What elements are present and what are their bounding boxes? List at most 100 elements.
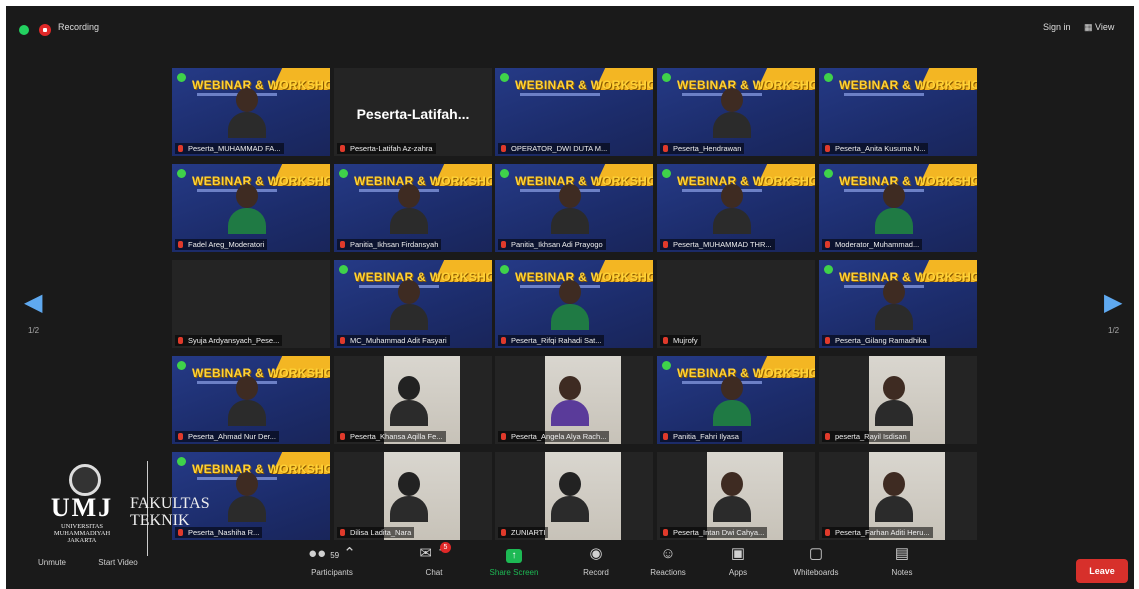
figure-body	[875, 304, 913, 330]
figure-body	[713, 208, 751, 234]
participant-name-label: Peserta_Hendrawan	[660, 143, 745, 154]
speaking-indicator-icon	[500, 265, 509, 274]
participant-tile[interactable]: Dilisa Ladita_Nara	[334, 452, 492, 540]
unmute-button[interactable]: Unmute	[20, 554, 84, 567]
figure-body	[228, 208, 266, 234]
speaking-indicator-icon	[177, 457, 186, 466]
participant-tile[interactable]: WEBINAR & WORKSHOP Peserta_MUHAMMAD THR..…	[657, 164, 815, 252]
view-button[interactable]: ▦ View	[1084, 22, 1114, 33]
figure-head	[236, 472, 258, 496]
participant-tile[interactable]: Peserta_Farhan Aditi Heru...	[819, 452, 977, 540]
record-button[interactable]: ◉ Record	[564, 544, 628, 577]
figure-head	[236, 88, 258, 112]
figure-head	[721, 184, 743, 208]
speaking-indicator-icon	[500, 169, 509, 178]
participant-name-label: Peserta_Khansa Aqilla Fe...	[337, 431, 446, 442]
chat-icon: ✉ ⌃	[419, 545, 449, 562]
participant-tile[interactable]: WEBINAR & WORKSHOP Panitia_Fahri Ilyasa	[657, 356, 815, 444]
share-screen-button[interactable]: ↑ Share Screen	[482, 544, 546, 577]
participant-name-label: Peserta_Angela Alya Rach...	[498, 431, 610, 442]
faculty-name: FAKULTAS TEKNIK	[130, 495, 210, 529]
notes-button[interactable]: ▤ Notes	[870, 544, 934, 577]
muted-mic-icon	[178, 145, 183, 152]
participant-video-figure	[713, 376, 751, 426]
participant-name: Peserta_MUHAMMAD THR...	[673, 240, 772, 249]
chat-badge: 5	[440, 542, 451, 553]
participant-tile[interactable]: WEBINAR & WORKSHOP Peserta_Ahmad Nur Der.…	[172, 356, 330, 444]
muted-mic-icon	[501, 337, 506, 344]
participant-tile[interactable]: Peserta_Angela Alya Rach...	[495, 356, 653, 444]
figure-head	[398, 472, 420, 496]
recording-label: Recording	[58, 22, 100, 32]
participant-name-label: Fadel Areg_Moderatori	[175, 239, 268, 250]
figure-head	[398, 280, 420, 304]
participant-tile[interactable]: WEBINAR & WORKSHOP Peserta_Gilang Ramadhi…	[819, 260, 977, 348]
start-video-button[interactable]: Start Video	[86, 554, 150, 567]
participant-tile[interactable]: WEBINAR & WORKSHOP Moderator_Muhammad...	[819, 164, 977, 252]
participant-video-figure	[875, 280, 913, 330]
figure-head	[721, 376, 743, 400]
participant-tile[interactable]: WEBINAR & WORKSHOP Panitia_Ikhsan Adi Pra…	[495, 164, 653, 252]
participant-tile[interactable]: WEBINAR & WORKSHOP Peserta_Anita Kusuma N…	[819, 68, 977, 156]
speaking-indicator-icon	[177, 361, 186, 370]
unmute-label: Unmute	[37, 558, 66, 567]
whiteboards-button[interactable]: ▢ Whiteboards	[784, 544, 848, 577]
participant-name: Fadel Areg_Moderatori	[188, 240, 265, 249]
participant-tile[interactable]: WEBINAR & WORKSHOP Peserta_Hendrawan	[657, 68, 815, 156]
muted-mic-icon	[825, 145, 830, 152]
banner-subline	[844, 93, 924, 96]
participant-tile[interactable]: WEBINAR & WORKSHOP Peserta_Rifqi Rahadi S…	[495, 260, 653, 348]
participant-video-figure	[390, 184, 428, 234]
figure-body	[551, 496, 589, 522]
leave-button[interactable]: Leave	[1076, 559, 1128, 583]
participant-tile[interactable]: Peserta-Latifah... Peserta-Latifah Az-zah…	[334, 68, 492, 156]
participant-tile[interactable]: WEBINAR & WORKSHOP Fadel Areg_Moderatori	[172, 164, 330, 252]
previous-page-icon[interactable]: ◀	[24, 288, 42, 317]
figure-head	[398, 376, 420, 400]
participant-name: Peserta_MUHAMMAD FA...	[188, 144, 281, 153]
participant-name-label: Moderator_Muhammad...	[822, 239, 923, 250]
participant-display-name: Peserta-Latifah...	[356, 106, 470, 122]
participant-name: Peserta_Ahmad Nur Der...	[188, 432, 276, 441]
figure-body	[390, 304, 428, 330]
apps-button[interactable]: ▣ Apps	[706, 544, 770, 577]
participant-tile[interactable]: Mujrofy	[657, 260, 815, 348]
participant-name: Peserta_Khansa Aqilla Fe...	[350, 432, 443, 441]
participant-tile[interactable]: peserta_Rayil Isdisan	[819, 356, 977, 444]
participant-name: Syuja Ardyansyach_Pese...	[188, 336, 280, 345]
reactions-button[interactable]: ☺ Reactions	[636, 544, 700, 577]
recording-icon[interactable]	[39, 24, 51, 36]
share-screen-label: Share Screen	[489, 568, 539, 577]
muted-mic-icon	[178, 433, 183, 440]
figure-body	[390, 400, 428, 426]
chat-button[interactable]: ✉ ⌃ 5 Chat	[402, 542, 466, 577]
participant-name-label: Peserta_Gilang Ramadhika	[822, 335, 930, 346]
participant-tile[interactable]: WEBINAR & WORKSHOP MC_Muhammad Adit Fasya…	[334, 260, 492, 348]
next-page-icon[interactable]: ▶	[1104, 288, 1122, 317]
participant-name-label: Mujrofy	[660, 335, 701, 346]
sign-in-link[interactable]: Sign in	[1043, 22, 1071, 32]
participant-tile[interactable]: WEBINAR & WORKSHOP OPERATOR_DWI DUTA M...	[495, 68, 653, 156]
participant-tile[interactable]: WEBINAR & WORKSHOP Peserta_MUHAMMAD FA...	[172, 68, 330, 156]
participant-tile[interactable]: WEBINAR & WORKSHOP Panitia_Ikhsan Firdans…	[334, 164, 492, 252]
security-shield-icon[interactable]	[19, 25, 29, 35]
participant-tile[interactable]: Syuja Ardyansyach_Pese...	[172, 260, 330, 348]
whiteboard-icon: ▢	[808, 545, 824, 562]
speaking-indicator-icon	[177, 169, 186, 178]
participants-button[interactable]: ●● 59 ⌃ Participants	[300, 544, 364, 577]
page-indicator-right: 1/2	[1108, 326, 1120, 335]
figure-body	[228, 112, 266, 138]
webinar-banner-text: WEBINAR & WORKSHOP	[515, 78, 653, 92]
participant-tile[interactable]: Peserta_Khansa Aqilla Fe...	[334, 356, 492, 444]
notes-label: Notes	[891, 568, 913, 577]
participant-tile[interactable]: ZUNIARTI	[495, 452, 653, 540]
participant-tile[interactable]: Peserta_Intan Dwi Cahya...	[657, 452, 815, 540]
speaking-indicator-icon	[824, 169, 833, 178]
muted-mic-icon	[825, 529, 830, 536]
participant-name: MC_Muhammad Adit Fasyari	[350, 336, 447, 345]
muted-mic-icon	[501, 145, 506, 152]
university-seal-icon	[69, 464, 101, 496]
notes-icon: ▤	[894, 545, 910, 562]
figure-body	[551, 304, 589, 330]
participant-name-label: OPERATOR_DWI DUTA M...	[498, 143, 611, 154]
